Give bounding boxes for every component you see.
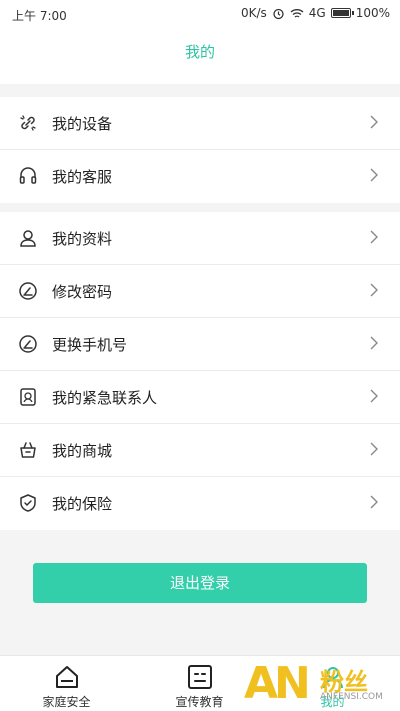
chevron-right-icon (370, 230, 378, 244)
status-bar: 上午 7:00 0K/s 4G 100% (0, 0, 400, 28)
shield-icon (20, 494, 36, 512)
watermark-sub: ANFENSI.COM (320, 692, 383, 702)
watermark-logo: A N 粉丝 ANFENSI.COM (244, 658, 383, 709)
alarm-icon (273, 8, 284, 19)
battery-icon (330, 8, 354, 18)
menu-item-change-password[interactable]: 修改密码 (0, 265, 400, 318)
edit-icon (19, 335, 37, 353)
wifi-icon (290, 8, 304, 18)
chevron-right-icon (370, 168, 378, 182)
chevron-right-icon (370, 442, 378, 456)
headset-icon (19, 167, 37, 184)
logout-button[interactable]: 退出登录 (33, 563, 367, 603)
menu-item-label: 我的商城 (52, 442, 113, 460)
edit-icon (19, 282, 37, 300)
menu-group-2: 我的资料 修改密码 更换手机号 我的紧急联系人 我的商城 我的保险 (0, 212, 400, 530)
menu-item-label: 修改密码 (52, 283, 113, 301)
menu-item-label: 我的设备 (52, 115, 113, 133)
tab-label: 家庭安全 (42, 695, 91, 709)
emergency-contact-icon (20, 388, 36, 406)
menu-item-label: 我的资料 (52, 230, 113, 248)
menu-item-label: 我的保险 (52, 495, 113, 513)
menu-group-1: 我的设备 我的客服 (0, 97, 400, 203)
menu-item-my-mall[interactable]: 我的商城 (0, 424, 400, 477)
menu-item-emergency-contacts[interactable]: 我的紧急联系人 (0, 371, 400, 424)
user-icon (20, 230, 36, 247)
basket-icon (20, 442, 36, 458)
chevron-right-icon (370, 389, 378, 403)
menu-item-my-insurance[interactable]: 我的保险 (0, 477, 400, 530)
link-icon (20, 115, 36, 131)
chevron-right-icon (370, 336, 378, 350)
menu-item-my-profile[interactable]: 我的资料 (0, 212, 400, 265)
page-title: 我的 (184, 43, 215, 61)
tab-family-safety[interactable]: 家庭安全 (0, 656, 133, 711)
status-right: 0K/s 4G 100% (241, 6, 390, 20)
face-box-icon (187, 665, 212, 689)
page-header: 我的 (0, 28, 400, 84)
network-type: 4G (308, 6, 326, 20)
status-time: 上午 7:00 (12, 9, 67, 23)
chevron-right-icon (370, 283, 378, 297)
menu-item-change-phone[interactable]: 更换手机号 (0, 318, 400, 371)
menu-item-label: 更换手机号 (52, 336, 128, 354)
battery-level: 100% (355, 6, 390, 20)
menu-item-label: 我的客服 (52, 168, 113, 186)
house-icon (55, 666, 78, 688)
menu-item-my-devices[interactable]: 我的设备 (0, 97, 400, 150)
network-speed: 0K/s (240, 6, 267, 20)
chevron-right-icon (370, 495, 378, 509)
menu-item-label: 我的紧急联系人 (52, 389, 158, 407)
menu-item-customer-service[interactable]: 我的客服 (0, 150, 400, 203)
chevron-right-icon (370, 115, 378, 129)
